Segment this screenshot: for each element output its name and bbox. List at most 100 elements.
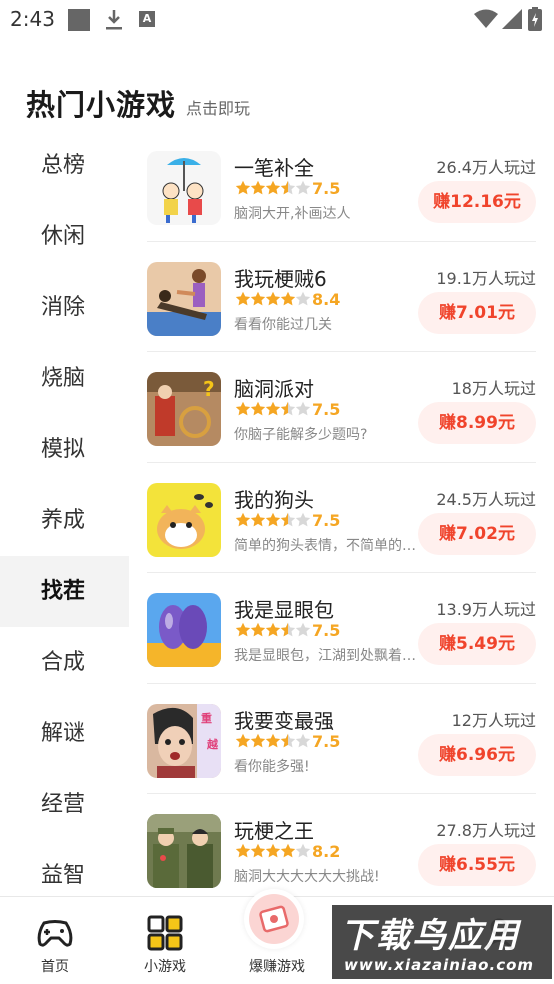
game-name: 我玩梗贼6 [234,266,327,291]
star-icon [295,843,311,859]
star-icon [250,401,266,417]
star-icon [280,843,296,859]
status-bar: 2:43 A [0,0,554,38]
game-thumbnail[interactable]: ? [147,372,221,446]
play-count: 12万人玩过 [451,710,536,730]
a-icon: A [139,11,155,27]
star-icon [295,291,311,307]
battery-icon [528,7,542,31]
svg-text:重: 重 [201,711,212,725]
game-thumbnail[interactable] [147,482,221,557]
earn-button[interactable]: 赚12.16元 [418,181,536,223]
play-count: 27.8万人玩过 [436,821,536,840]
earn-button[interactable]: 赚7.02元 [418,512,536,555]
money-envelope-icon [249,894,299,944]
game-description: 简单的狗头表情，不简单的游戏 [234,537,419,554]
star-icon [265,843,281,859]
star-icon [250,733,266,749]
sidebar-category[interactable]: 烧脑 [0,343,129,414]
star-icon [265,401,281,417]
nav-big-earn[interactable]: 爆赚游戏 [222,889,332,984]
square-icon [68,9,90,31]
game-row[interactable]: 我的狗头 7.5 简单的狗头表情，不简单的游戏 24.5万人玩过 赚7.02元 [147,463,536,573]
rating-value: 8.2 [312,842,341,861]
star-icon [280,733,296,749]
game-thumbnail[interactable]: 重越 [147,703,221,778]
play-count: 18万人玩过 [451,379,536,398]
category-sidebar: 总榜 休闲 消除 烧脑 模拟 养成 找茬 合成 解谜 经营 益智 [0,130,129,911]
sidebar-category[interactable]: 休闲 [0,201,129,272]
grid-icon [147,915,183,951]
nav-home[interactable]: 首页 [0,897,110,984]
big-earn-circle [244,889,304,949]
earn-button[interactable]: 赚6.55元 [418,844,536,886]
game-name: 我的狗头 [234,487,314,512]
star-icon [235,291,251,307]
sidebar-category[interactable]: 合成 [0,627,129,698]
star-icon [250,291,266,307]
star-icon [295,512,311,528]
game-row[interactable]: 一笔补全 7.5 脑洞大开,补画达人 26.4万人玩过 赚12.16元 [147,131,536,242]
star-icon [235,733,251,749]
game-name: 我是显眼包 [234,598,334,622]
star-icon [250,512,266,528]
rating-value: 7.5 [312,621,341,640]
star-icon [295,622,311,638]
play-count: 19.1万人玩过 [436,268,536,288]
star-icon [235,843,251,859]
download-icon [104,9,124,31]
status-time: 2:43 [10,7,55,31]
earn-button[interactable]: 赚6.96元 [418,733,536,776]
game-row[interactable]: 我是显眼包7.5 我是显眼包，江湖到处飘着我的传说 13.9万人玩过赚5.49元 [147,573,536,684]
star-icon [280,291,296,307]
game-description: 看你能多强! [234,758,310,775]
game-row[interactable]: 我玩梗贼6 8.4 看看你能过几关 19.1万人玩过 赚7.01元 [147,242,536,352]
svg-text:越: 越 [206,737,219,751]
sidebar-category[interactable]: 养成 [0,485,129,556]
earn-button[interactable]: 赚8.99元 [418,402,536,444]
game-name: 玩梗之王 [234,819,314,843]
game-thumbnail[interactable] [147,261,221,336]
earn-button[interactable]: 赚7.01元 [418,291,536,334]
sidebar-category[interactable]: 经营 [0,769,129,840]
wifi-icon [474,9,498,29]
star-icon [265,512,281,528]
sidebar-category[interactable]: 模拟 [0,414,129,485]
star-icon [235,622,251,638]
game-name: 一笔补全 [234,156,314,180]
game-thumbnail[interactable] [147,151,221,225]
game-row[interactable]: 重越我要变最强 7.5 看你能多强! 12万人玩过 赚6.96元 [147,684,536,794]
rating-value: 7.5 [312,400,341,419]
star-icon [250,622,266,638]
star-icon [280,512,296,528]
star-icon [250,843,266,859]
star-icon [250,180,266,196]
star-icon [265,622,281,638]
star-icon [295,733,311,749]
rating-value: 7.5 [312,179,341,198]
star-icon [265,733,281,749]
game-row[interactable]: ? 脑洞派对 7.5 你脑子能解多少题吗? 18万人玩过 赚8.99元 [147,352,536,463]
sidebar-category[interactable]: 解谜 [0,698,129,769]
game-name: 我要变最强 [234,708,334,733]
watermark-url: www.xiazainiao.com [344,956,535,974]
game-description: 我是显眼包，江湖到处飘着我的传说 [234,648,419,664]
game-row[interactable]: 玩梗之王 8.2 脑洞大大大大大大挑战! 27.8万人玩过 赚6.55元 [147,794,536,905]
game-description: 脑洞大开,补画达人 [234,206,351,222]
star-icon [265,291,281,307]
game-thumbnail[interactable] [147,814,221,888]
watermark-title: 下载鸟应用 [340,916,520,956]
svg-text:?: ? [203,377,215,401]
star-icon [280,180,296,196]
earn-button[interactable]: 赚5.49元 [418,623,536,665]
play-count: 24.5万人玩过 [436,489,536,509]
sidebar-category[interactable]: 总榜 [0,130,129,201]
sidebar-category[interactable]: 消除 [0,272,129,343]
nav-minigames-label: 小游戏 [144,959,186,975]
rating-value: 8.4 [312,289,341,309]
nav-minigames[interactable]: 小游戏 [110,897,220,984]
rating-value: 7.5 [312,731,341,751]
sidebar-category[interactable]: 找茬 [0,556,129,627]
game-thumbnail[interactable] [147,593,221,667]
star-icon [280,401,296,417]
